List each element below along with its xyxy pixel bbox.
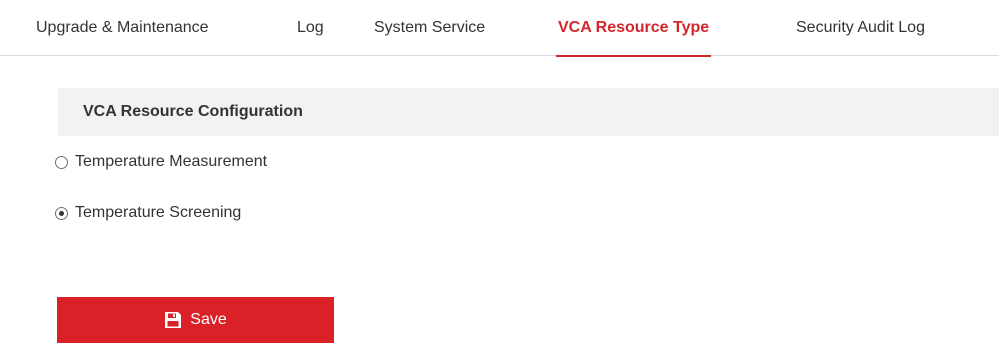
tab-upgrade-maintenance[interactable]: Upgrade & Maintenance — [36, 0, 209, 56]
radio-button-checked[interactable] — [55, 206, 68, 220]
section-title: VCA Resource Configuration — [83, 103, 303, 120]
tab-security-audit-log[interactable]: Security Audit Log — [796, 0, 925, 56]
section-header: VCA Resource Configuration — [58, 88, 999, 136]
save-button[interactable]: Save — [57, 297, 334, 343]
option-label: Temperature Measurement — [75, 153, 268, 170]
tab-system-service[interactable]: System Service — [374, 0, 485, 56]
save-icon — [164, 311, 182, 329]
tab-bar: Upgrade & Maintenance Log System Service… — [0, 0, 999, 57]
vca-resource-page: Upgrade & Maintenance Log System Service… — [0, 0, 999, 343]
tab-vca-resource-type[interactable]: VCA Resource Type — [555, 0, 712, 57]
tab-log[interactable]: Log — [297, 0, 324, 56]
radio-button-unchecked[interactable] — [55, 155, 68, 169]
option-temperature-screening[interactable]: Temperature Screening — [55, 202, 241, 224]
option-label: Temperature Screening — [75, 204, 242, 221]
save-button-label: Save — [190, 311, 227, 328]
option-temperature-measurement[interactable]: Temperature Measurement — [55, 151, 267, 173]
